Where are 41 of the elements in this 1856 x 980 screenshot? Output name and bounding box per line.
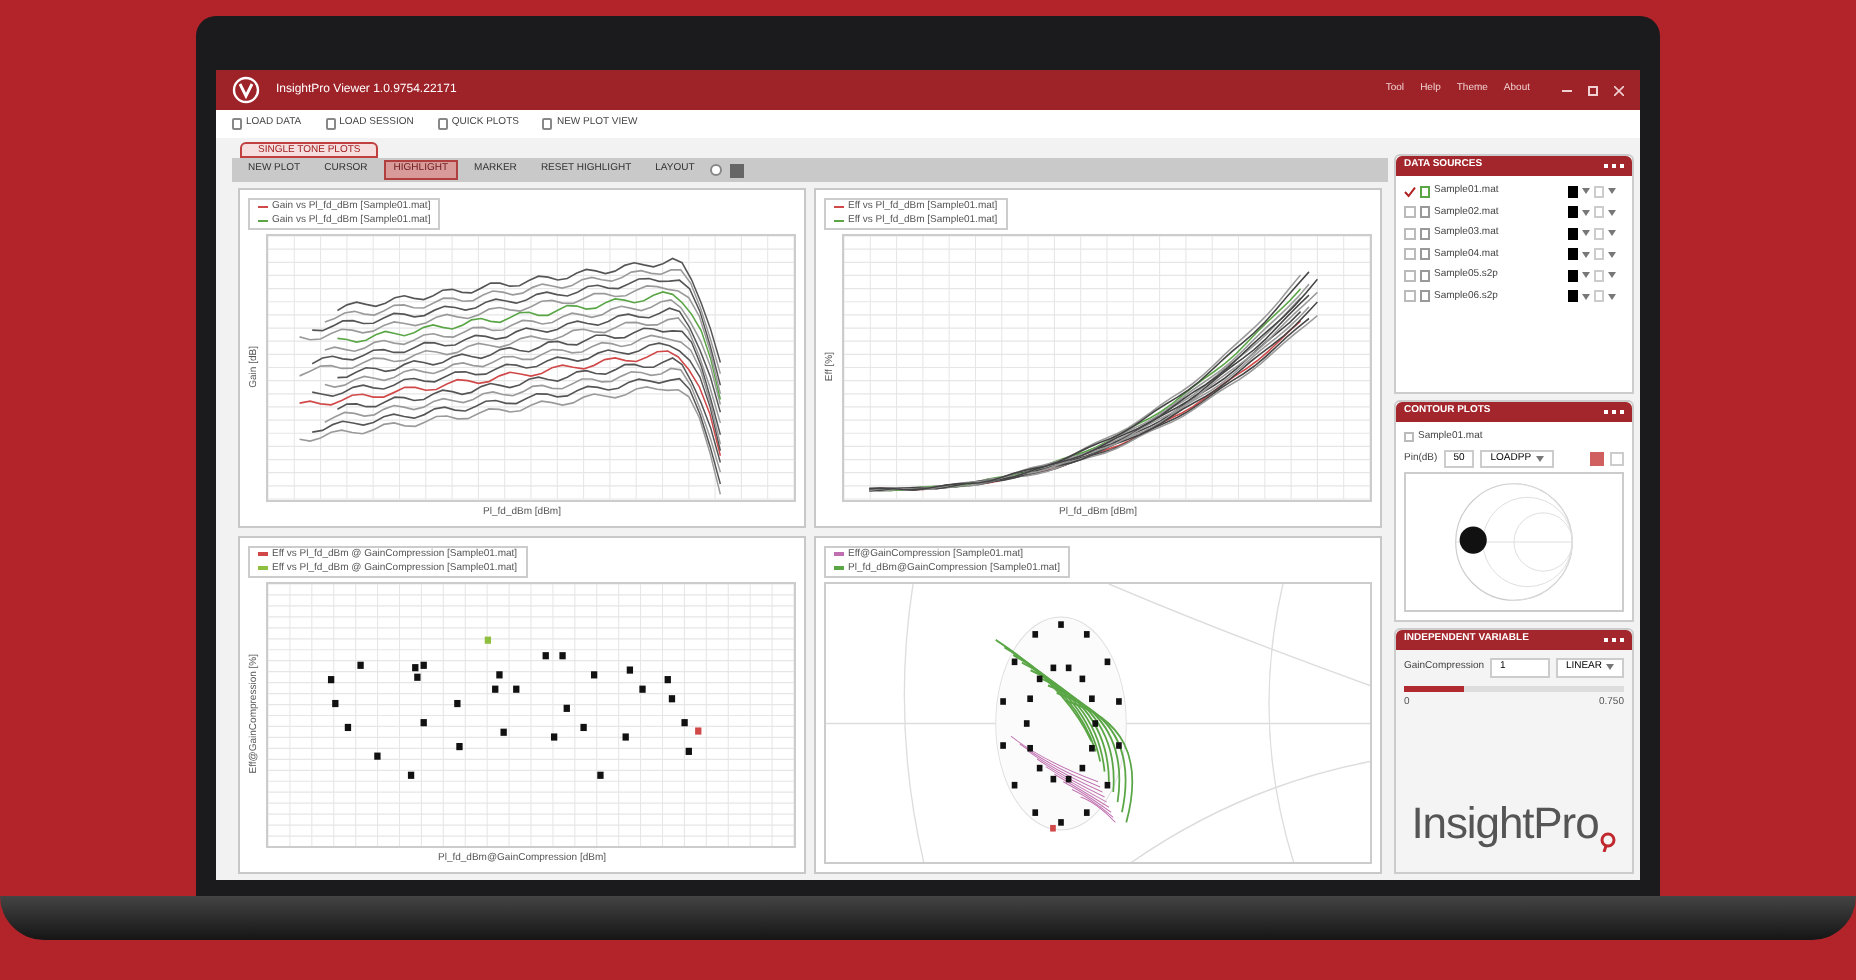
dropdown-icon[interactable] — [1608, 188, 1616, 195]
style-swatch[interactable] — [1594, 206, 1604, 219]
brand-logo: InsightPro — [1411, 796, 1599, 852]
maximize-icon[interactable] — [1588, 85, 1598, 95]
magnifier-icon — [1600, 832, 1617, 852]
dropdown-icon[interactable] — [1582, 188, 1590, 195]
color-swatch[interactable] — [1568, 248, 1578, 261]
logo-icon — [232, 76, 260, 104]
style-swatch[interactable] — [1594, 269, 1604, 282]
caret-icon — [1606, 664, 1614, 671]
color-swatch[interactable] — [1568, 185, 1578, 198]
dropdown-icon[interactable] — [1582, 209, 1590, 216]
dropdown-icon[interactable] — [1582, 251, 1590, 258]
close-icon[interactable] — [1614, 85, 1624, 95]
minimize-icon[interactable] — [1562, 89, 1572, 91]
style-swatch[interactable] — [1594, 290, 1604, 303]
checkbox[interactable] — [1404, 248, 1416, 261]
checkbox[interactable] — [1404, 269, 1416, 282]
color-swatch[interactable] — [1568, 227, 1578, 240]
layout-icon[interactable] — [710, 164, 723, 176]
caret-icon — [1535, 455, 1544, 462]
checkbox[interactable] — [1404, 432, 1414, 443]
checkbox[interactable] — [1404, 185, 1416, 198]
dropdown-icon[interactable] — [1608, 251, 1616, 258]
checkbox[interactable] — [1404, 290, 1416, 303]
dropdown-icon[interactable] — [1582, 230, 1590, 237]
checkbox[interactable] — [1404, 227, 1416, 240]
style-swatch[interactable] — [1594, 248, 1604, 261]
checkbox[interactable] — [1404, 206, 1416, 219]
dropdown-icon[interactable] — [1608, 230, 1616, 237]
grid-icon[interactable] — [730, 163, 745, 177]
dropdown-icon[interactable] — [1582, 293, 1590, 300]
style-swatch[interactable] — [1594, 185, 1604, 198]
dropdown-icon[interactable] — [1608, 209, 1616, 216]
color-swatch[interactable] — [1568, 206, 1578, 219]
color-swatch[interactable] — [1568, 290, 1578, 303]
style-swatch[interactable] — [1594, 227, 1604, 240]
dropdown-icon[interactable] — [1582, 272, 1590, 279]
color-swatch[interactable] — [1568, 269, 1578, 282]
dropdown-icon[interactable] — [1608, 272, 1616, 279]
dropdown-icon[interactable] — [1608, 293, 1616, 300]
